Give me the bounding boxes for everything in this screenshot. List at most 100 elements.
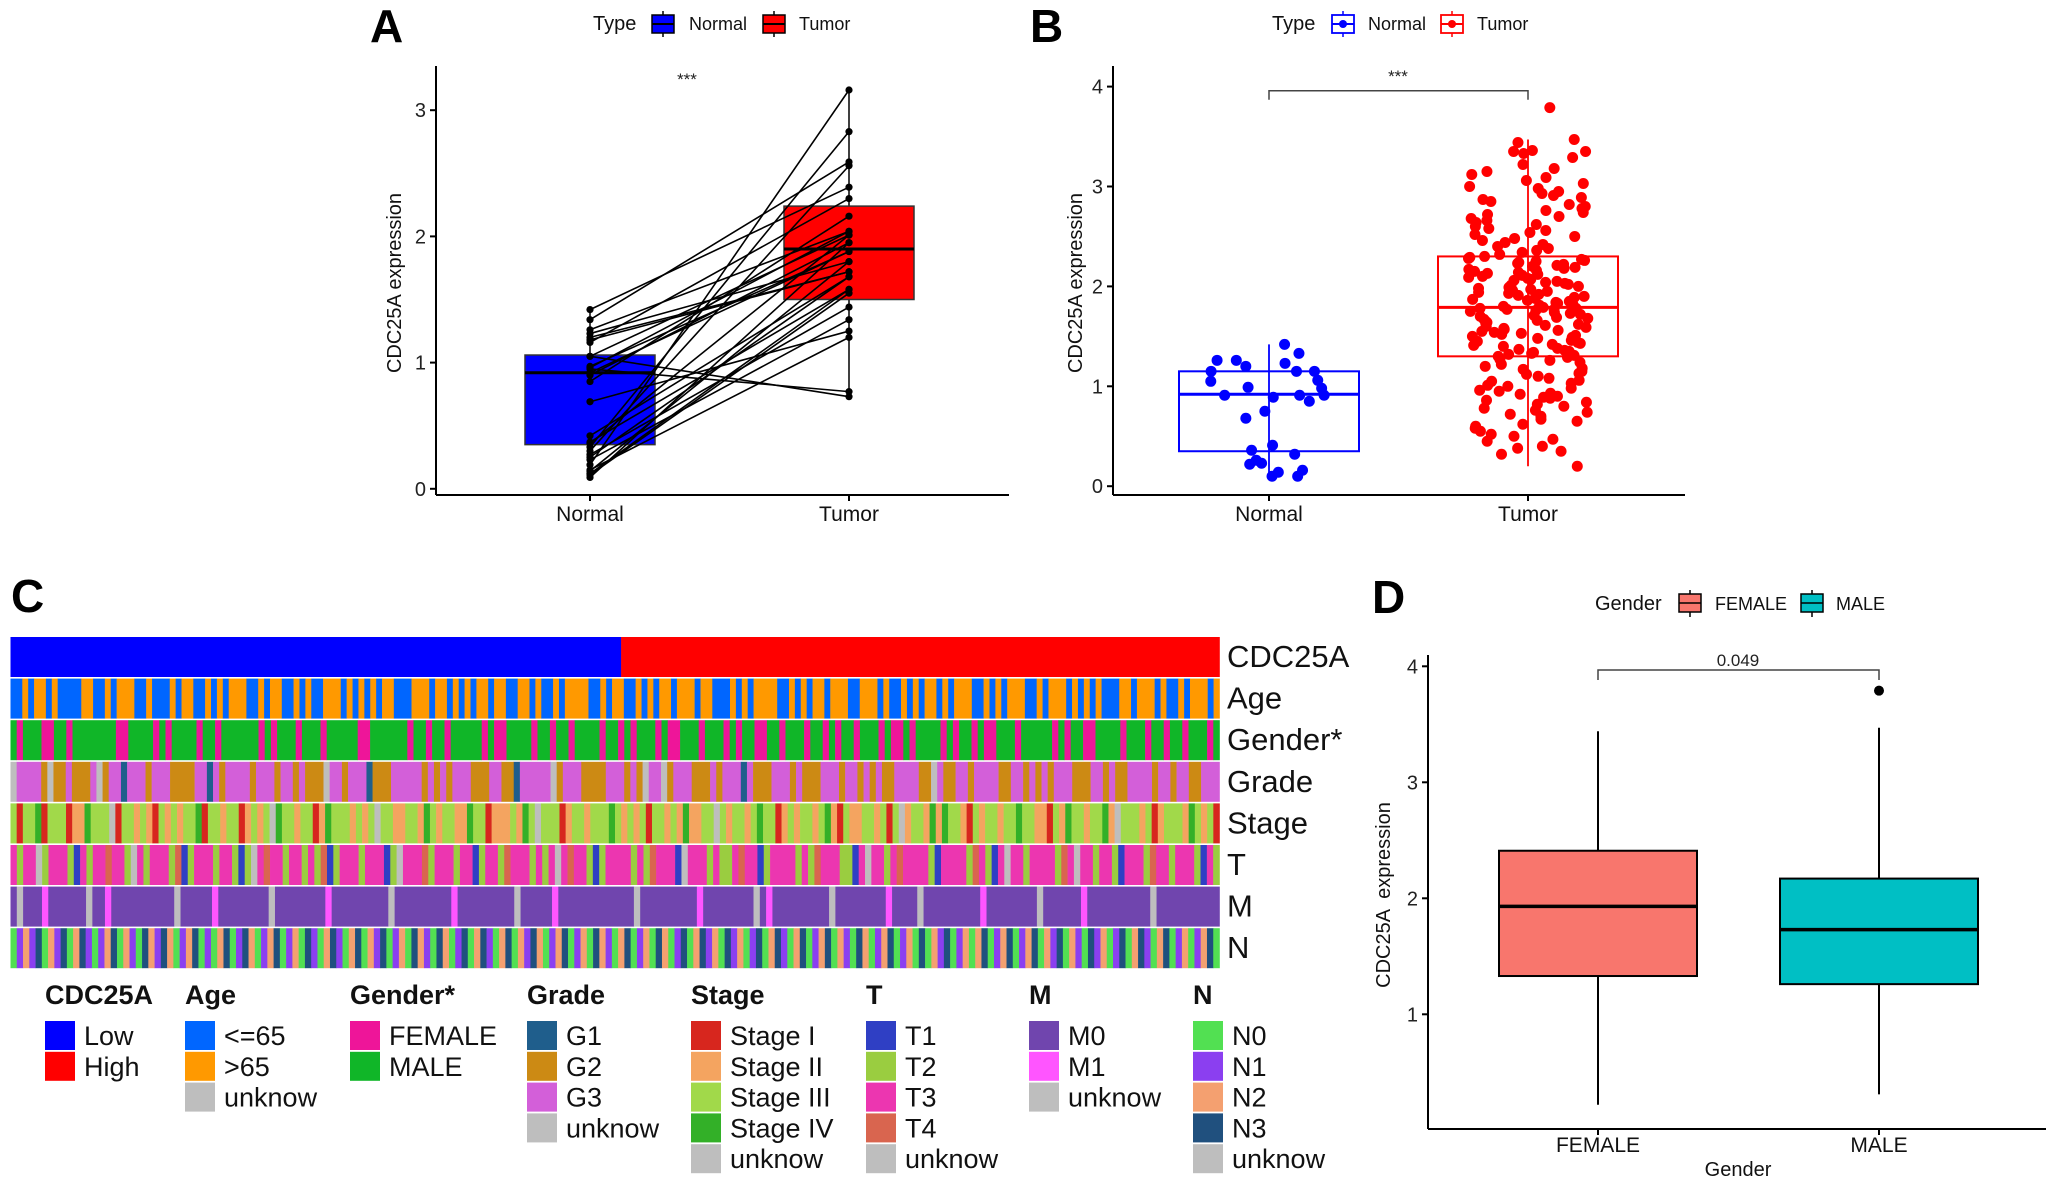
heatmap-cell: [831, 928, 838, 969]
heatmap-cell: [510, 803, 517, 844]
heatmap-cell: [1036, 678, 1043, 719]
heatmap-cell: [1054, 845, 1062, 885]
legend-item-label: MALE: [389, 1052, 463, 1082]
heatmap-cell: [868, 928, 876, 969]
data-point-normal: [1289, 448, 1301, 460]
heatmap-cell: [1139, 803, 1146, 844]
heatmap-cell: [505, 928, 512, 969]
heatmap-cell: [700, 678, 713, 719]
heatmap-cell: [719, 803, 727, 844]
legend-group-title: CDC25A: [45, 980, 153, 1010]
heatmap-cell: [282, 845, 290, 885]
legend-group-n: N N0N1N2N3unknow: [1193, 980, 1326, 1174]
heatmap-cell: [1023, 845, 1030, 885]
heatmap-cell: [85, 928, 93, 969]
heatmap-cell: [763, 845, 771, 885]
heatmap-cell: [451, 886, 458, 927]
heatmap-cell: [1188, 803, 1196, 844]
heatmap-cell: [878, 720, 885, 761]
y-tick-label: 2: [415, 226, 426, 248]
heatmap-cell: [623, 678, 636, 719]
heatmap-cell: [681, 845, 689, 885]
heatmap-cell: [154, 928, 162, 969]
data-point-normal: [586, 352, 594, 360]
heatmap-cell: [722, 761, 742, 802]
data-point-tumor: [845, 128, 853, 136]
heatmap-cell: [376, 678, 383, 719]
heatmap-cell: [732, 803, 745, 844]
heatmap-cell: [421, 761, 429, 802]
heatmap-cell: [511, 928, 519, 969]
heatmap-cell: [641, 678, 648, 719]
heatmap-cell: [263, 803, 270, 844]
heatmap-cell: [127, 761, 146, 802]
data-point-tumor: [845, 258, 853, 266]
legend-group-grade: Grade G1G2G3unknow: [527, 980, 660, 1143]
legend-key-tumor: [1440, 11, 1464, 37]
heatmap-cell: [687, 845, 708, 885]
legend-item-label: G2: [566, 1052, 602, 1082]
heatmap-cell: [887, 928, 895, 969]
heatmap-cell: [940, 845, 967, 885]
data-point-tumor: [1497, 340, 1509, 352]
heatmap-cell: [1157, 803, 1165, 844]
heatmap-cell: [1010, 845, 1024, 885]
heatmap-cell: [687, 928, 694, 969]
heatmap-cell: [320, 845, 328, 885]
data-point-tumor: [1545, 387, 1557, 399]
heatmap-cell: [1115, 761, 1128, 802]
heatmap-cell: [267, 928, 274, 969]
heatmap-cell: [10, 803, 17, 844]
heatmap-cell: [331, 803, 351, 844]
heatmap-cell: [370, 720, 408, 761]
heatmap-cell: [292, 928, 299, 969]
heatmap-cell: [1206, 845, 1214, 885]
data-point-tumor: [1527, 346, 1539, 358]
heatmap-cell: [991, 845, 999, 885]
heatmap-cell: [706, 845, 714, 885]
heatmap-cell: [987, 928, 995, 969]
heatmap-cell: [599, 845, 606, 885]
data-point-tumor: [1540, 224, 1552, 236]
heatmap-cell: [417, 803, 425, 844]
heatmap-cell: [1034, 803, 1048, 844]
heatmap-cell: [676, 678, 695, 719]
heatmap-cell: [280, 761, 294, 802]
heatmap-cell: [983, 678, 990, 719]
data-point-tumor: [845, 333, 853, 341]
heatmap-cell: [270, 720, 278, 761]
heatmap-cell: [301, 845, 309, 885]
heatmap-cell: [187, 845, 195, 885]
heatmap-cell: [1042, 678, 1049, 719]
heatmap-cell: [661, 928, 669, 969]
heatmap-cell: [1150, 928, 1158, 969]
heatmap-cell: [1113, 928, 1120, 969]
heatmap-cell: [304, 928, 312, 969]
data-point-tumor: [1530, 255, 1542, 267]
significance-bracket: [1268, 89, 1529, 100]
heatmap-cell: [258, 678, 265, 719]
heatmap-cell: [1151, 761, 1159, 802]
heatmap-cell: [270, 845, 283, 885]
legend-swatch: [1029, 1082, 1059, 1112]
data-point-normal: [1259, 405, 1271, 417]
heatmap-row-label-gender: Gender*: [1227, 722, 1342, 757]
heatmap-cell: [349, 803, 357, 844]
data-point-normal: [1256, 457, 1268, 469]
heatmap-cell: [459, 845, 473, 885]
heatmap-cell: [743, 928, 750, 969]
heatmap-cell: [355, 928, 362, 969]
heatmap-cell: [900, 928, 907, 969]
legend-item-label: N0: [1232, 1021, 1267, 1051]
heatmap-cell: [73, 928, 80, 969]
heatmap-cell: [528, 803, 536, 844]
data-point-tumor: [1479, 250, 1491, 262]
legend-swatch: [866, 1051, 896, 1081]
data-point-tumor: [1568, 134, 1580, 146]
heatmap-cell: [903, 720, 910, 761]
panel-label-b: B: [1030, 0, 1063, 52]
heatmap-cell: [630, 928, 638, 969]
heatmap-cell: [835, 720, 842, 761]
heatmap-cell: [753, 761, 772, 802]
heatmap-cell: [22, 803, 36, 844]
